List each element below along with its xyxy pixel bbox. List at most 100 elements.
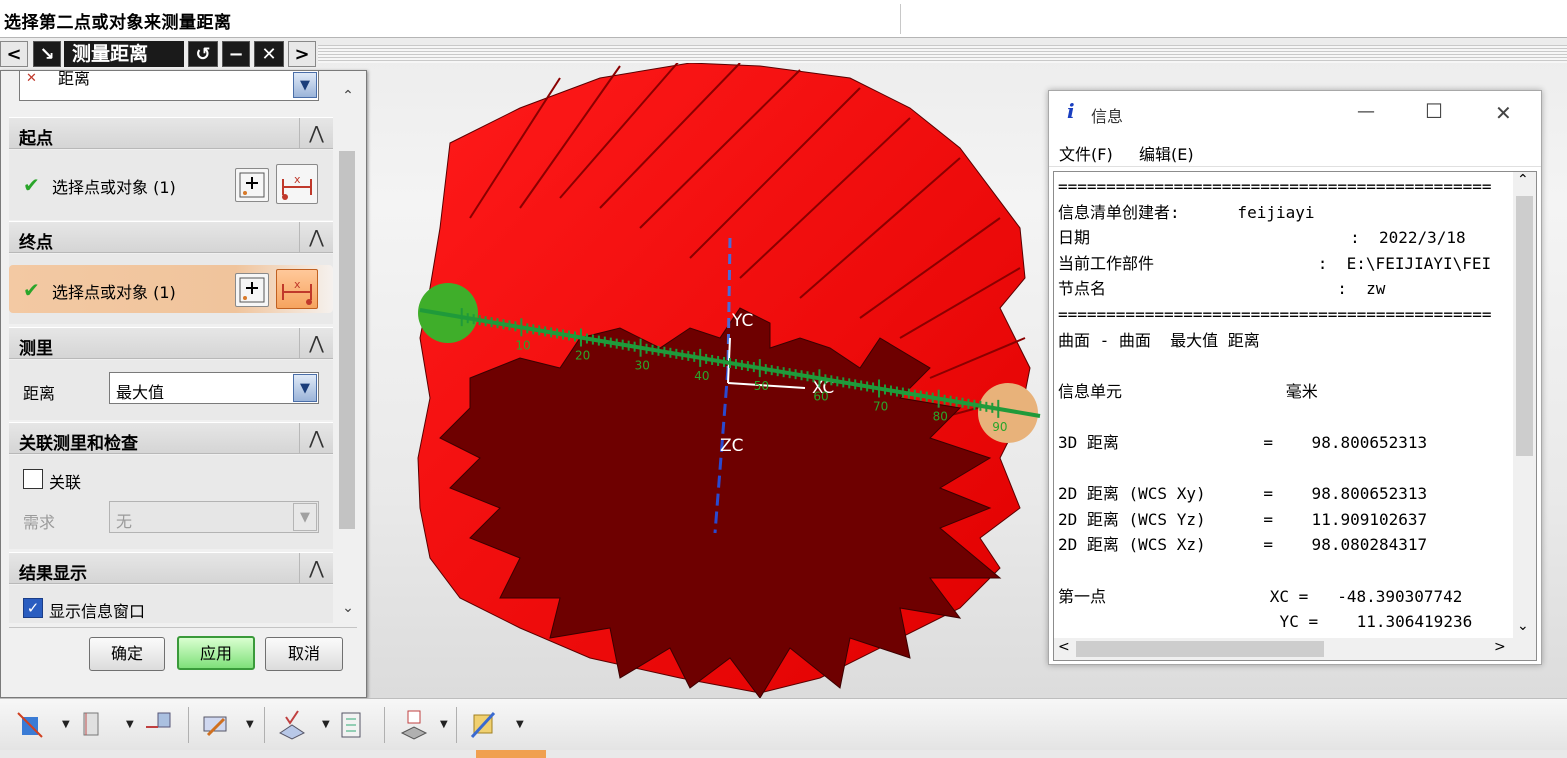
cue-prompt: 选择第二点或对象来测量距离 (4, 13, 232, 33)
collapse-icon[interactable]: ⋀ (299, 222, 333, 253)
chevron-down-icon[interactable]: ▼ (126, 719, 134, 730)
end-point-header[interactable]: 终点 ⋀ (9, 221, 333, 253)
scroll-right-icon[interactable]: > (1494, 639, 1506, 655)
check-geometry-icon[interactable] (274, 707, 308, 741)
type-combo-value: 距离 (58, 71, 91, 88)
dialog-back-button[interactable]: < (0, 41, 28, 67)
info-line: 2D 距离 (WCS Yz) = 11.909102637 (1058, 509, 1428, 529)
info-line: 节点名 : zw (1058, 279, 1386, 299)
check-icon: ✔ (23, 173, 40, 197)
toolbar-separator (456, 707, 457, 743)
start-point-header[interactable]: 起点 ⋀ (9, 117, 333, 149)
info-vertical-scrollbar[interactable]: ⌃ ⌄ (1513, 172, 1536, 638)
associative-checkbox[interactable] (23, 469, 43, 489)
info-text-area[interactable]: ========================================… (1053, 171, 1537, 661)
apply-button[interactable]: 应用 (177, 636, 255, 670)
info-titlebar[interactable]: i 信息 — ☐ ✕ (1049, 91, 1541, 135)
distance-combo[interactable]: 最大值 ▼ (109, 372, 319, 404)
info-horizontal-thumb[interactable] (1076, 641, 1324, 657)
chevron-down-icon[interactable]: ▼ (62, 719, 70, 730)
yc-label: YC (731, 311, 753, 331)
associative-header[interactable]: 关联测里和检查 ⋀ (9, 422, 333, 454)
chevron-down-icon[interactable]: ▼ (516, 719, 524, 730)
associative-header-label: 关联测里和检查 (19, 434, 138, 454)
collapse-icon[interactable]: ⋀ (299, 423, 333, 454)
scroll-down-icon[interactable]: ⌄ (339, 599, 357, 617)
collapse-icon[interactable]: ⋀ (299, 328, 333, 359)
chevron-down-icon[interactable]: ▼ (440, 719, 448, 730)
maximize-icon[interactable]: ☐ (1425, 99, 1443, 123)
scroll-up-icon[interactable]: ⌃ (1517, 172, 1529, 188)
infer-point-button[interactable]: x (276, 164, 318, 204)
info-menubar: 文件(F) 编辑(E) (1049, 135, 1541, 167)
dialog-forward-button[interactable]: > (288, 41, 316, 67)
gear-end-face (439, 307, 1002, 698)
dialog-minimize-button[interactable]: − (222, 41, 250, 67)
ok-button[interactable]: 确定 (89, 637, 165, 671)
dialog-scrollbar[interactable]: ⌃ ⌄ (337, 71, 359, 623)
ruler-tick-label: 90 (992, 420, 1007, 434)
scroll-up-icon[interactable]: ⌃ (339, 87, 357, 105)
edit-object-display-icon[interactable] (198, 707, 232, 741)
dialog-type-icon: ↘ (33, 41, 61, 67)
cancel-button[interactable]: 取消 (265, 637, 343, 671)
end-point-select-row[interactable]: ✔ 选择点或对象 (1) x (9, 265, 333, 313)
start-point-select-label: 选择点或对象 (1) (52, 178, 176, 197)
info-line: 第一点 XC = -48.390307742 (1058, 586, 1463, 606)
close-icon[interactable]: ✕ (1495, 101, 1512, 125)
dialog-close-button[interactable]: ✕ (254, 41, 284, 67)
ruler-tick-label: 50 (754, 379, 769, 393)
info-line: 2D 距离 (WCS Xz) = 98.080284317 (1058, 535, 1428, 555)
info-line: 日期 : 2022/3/18 (1058, 228, 1466, 248)
dialog-content: ✕ 距离 ▼ 起点 ⋀ ✔ 选择点或对象 (1) x 终点 ⋀ ✔ 选择点或对象… (1, 71, 339, 623)
info-line: 曲面 - 曲面 最大值 距离 (1058, 330, 1260, 350)
scroll-left-icon[interactable]: < (1058, 639, 1070, 655)
toolbar-separator (264, 707, 265, 743)
dialog-reset-button[interactable]: ↺ (188, 41, 218, 67)
collapse-icon[interactable]: ⋀ (299, 118, 333, 149)
point-dialog-button[interactable] (235, 168, 269, 202)
measure-bodies-icon[interactable] (396, 707, 430, 741)
results-header[interactable]: 结果显示 ⋀ (9, 552, 333, 584)
chevron-down-icon[interactable]: ▼ (322, 719, 330, 730)
tools-icon[interactable] (466, 707, 500, 741)
show-info-window-checkbox[interactable]: ✓ (23, 598, 43, 618)
distance-type-icon: ✕ (26, 71, 37, 86)
menu-file[interactable]: 文件(F) (1059, 141, 1113, 165)
ruler-tick-label: 70 (873, 399, 888, 413)
bottom-toolbar: ▼ ▼ ▼ ▼ ▼ ▼ (0, 698, 1567, 750)
collapse-icon[interactable]: ⋀ (299, 553, 333, 584)
info-line: 信息单元 毫米 (1058, 381, 1318, 401)
snap-point-icon[interactable] (14, 707, 48, 741)
scroll-down-icon[interactable]: ⌄ (1517, 618, 1529, 634)
check-icon: ✔ (23, 278, 40, 302)
minimize-icon[interactable]: — (1357, 101, 1375, 122)
show-info-window-label: 显示信息窗口 (49, 602, 146, 621)
info-horizontal-scrollbar[interactable]: < > (1054, 638, 1536, 660)
point-dialog-icon (239, 277, 265, 303)
information-list-icon[interactable] (336, 707, 370, 741)
chevron-down-icon[interactable]: ▼ (293, 374, 317, 402)
zc-label: ZC (720, 436, 744, 456)
point-dialog-button[interactable] (235, 273, 269, 307)
dialog-titlebar[interactable]: < ↘ 测量距离 ↺ − ✕ > (0, 39, 1567, 69)
measurement-header[interactable]: 测里 ⋀ (9, 327, 333, 359)
start-point-select-row[interactable]: ✔ 选择点或对象 (1) x (9, 160, 333, 208)
menu-edit[interactable]: 编辑(E) (1139, 141, 1194, 165)
type-combo[interactable]: ✕ 距离 ▼ (19, 71, 319, 101)
work-plane-icon[interactable] (142, 707, 176, 741)
chevron-down-icon[interactable]: ▼ (246, 719, 254, 730)
info-vertical-thumb[interactable] (1516, 196, 1533, 456)
info-line: ========================================… (1058, 304, 1492, 324)
toolbar-separator (188, 707, 189, 743)
chevron-down-icon[interactable]: ▼ (293, 503, 317, 531)
requirement-combo[interactable]: 无 ▼ (109, 501, 319, 533)
associative-checkbox-label: 关联 (49, 473, 82, 492)
measure-distance-dialog: ✕ 距离 ▼ 起点 ⋀ ✔ 选择点或对象 (1) x 终点 ⋀ ✔ 选择点或对象… (0, 70, 367, 698)
info-window: i 信息 — ☐ ✕ 文件(F) 编辑(E) =================… (1048, 90, 1542, 665)
section-view-icon[interactable] (76, 707, 110, 741)
dialog-scroll-thumb[interactable] (339, 151, 355, 529)
infer-point-button[interactable]: x (276, 269, 318, 309)
cue-line: 选择第二点或对象来测量距离 (0, 0, 1567, 38)
chevron-down-icon[interactable]: ▼ (293, 72, 317, 98)
